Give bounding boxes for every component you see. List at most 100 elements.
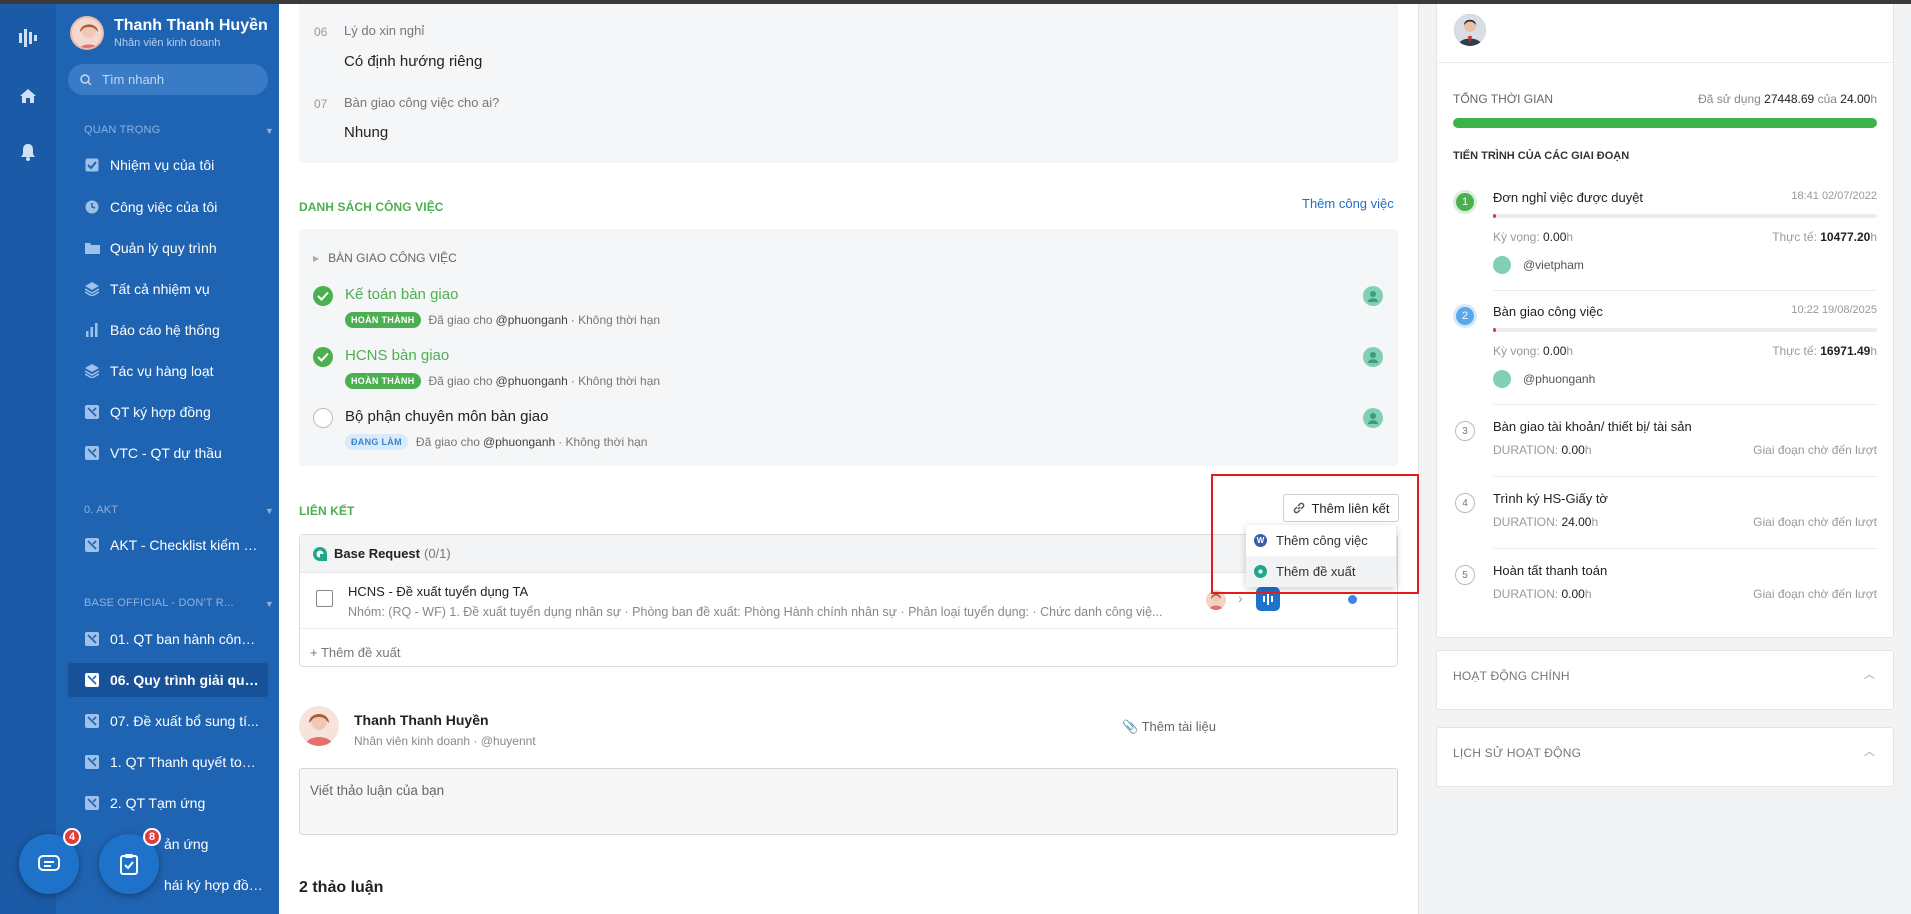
expected-label: Kỳ vọng: xyxy=(1493,344,1540,358)
sidebar-item-06-active[interactable]: 06. Quy trình giải quy... xyxy=(68,663,268,697)
sidebar-item-process[interactable]: Quản lý quy trình xyxy=(68,231,268,265)
sidebar-item-all-tasks[interactable]: Tất cả nhiệm vụ xyxy=(68,272,268,306)
stage-item[interactable]: 5 Hoàn tất thanh toán DURATION: 0.00h Gi… xyxy=(1453,563,1877,611)
clipboard-check-icon xyxy=(120,854,138,875)
avatar[interactable] xyxy=(1363,286,1383,306)
question-answer: Nhung xyxy=(344,124,389,141)
divider xyxy=(300,628,1397,629)
task-title[interactable]: Bộ phận chuyên môn bàn giao xyxy=(345,408,549,425)
duration-label: DURATION: xyxy=(1493,443,1559,457)
assigned-label: Đã giao cho xyxy=(415,435,480,449)
chevron-up-icon[interactable]: ︿ xyxy=(1864,743,1875,759)
task-group-header[interactable]: ▶ BÀN GIAO CÔNG VIỆC xyxy=(313,251,457,265)
question-label: Lý do xin nghỉ xyxy=(344,23,425,38)
assigned-label: Đã giao cho xyxy=(428,313,493,327)
sidebar-item-hoan-ung[interactable]: ản ứng xyxy=(68,827,268,861)
check-circle-icon[interactable] xyxy=(313,347,333,367)
sidebar-item-07[interactable]: 07. Đề xuất bổ sung tí... xyxy=(68,704,268,738)
workflow-icon xyxy=(84,713,100,729)
task-title[interactable]: HCNS bàn giao xyxy=(345,347,449,364)
stage-item[interactable]: 1 Đơn nghỉ việc được duyệt 18:41 02/07/2… xyxy=(1453,190,1877,280)
divider xyxy=(1493,404,1877,405)
stage-user[interactable]: @vietpham xyxy=(1493,256,1584,274)
status-badge: HOÀN THÀNH xyxy=(345,312,421,328)
app-logo-icon[interactable] xyxy=(16,26,40,50)
stage-item[interactable]: 3 Bàn giao tài khoản/ thiết bị/ tài sản … xyxy=(1453,419,1877,467)
sidebar-item-2-qt[interactable]: 2. QT Tạm ứng xyxy=(68,786,268,820)
main-activity-title: HOẠT ĐỘNG CHÍNH xyxy=(1453,669,1570,683)
stage-item[interactable]: 4 Trình ký HS-Giấy tờ DURATION: 24.00h G… xyxy=(1453,491,1877,539)
comment-author-name: Thanh Thanh Huyền xyxy=(354,712,489,728)
sidebar-item-label: VTC - QT dự thầu xyxy=(110,445,222,461)
stage-state: Giai đoạn chờ đến lượt xyxy=(1753,587,1877,601)
expected-label: Kỳ vọng: xyxy=(1493,230,1540,244)
stage-item[interactable]: 2 Bàn giao công việc 10:22 19/08/2025 Kỳ… xyxy=(1453,304,1877,394)
workflow-icon xyxy=(84,754,100,770)
expected-value: 0.00 xyxy=(1543,230,1567,244)
main-content: 06 Lý do xin nghỉ Có định hướng riêng 07… xyxy=(279,0,1418,914)
check-circle-icon[interactable] xyxy=(313,286,333,306)
sidebar-item-label: 07. Đề xuất bổ sung tí... xyxy=(110,713,259,729)
avatar xyxy=(1493,370,1511,388)
user-name: Thanh Thanh Huyền xyxy=(114,17,268,34)
link-group-name: Base Request xyxy=(334,546,420,561)
avatar xyxy=(299,706,339,746)
search-input[interactable]: Tìm nhanh xyxy=(68,64,268,95)
request-title[interactable]: HCNS - Đề xuất tuyển dụng TA xyxy=(348,584,528,599)
sidebar-item-1-qt[interactable]: 1. QT Thanh quyết toá... xyxy=(68,745,268,779)
assigned-label: Đã giao cho xyxy=(428,374,493,388)
main-activity-panel[interactable]: HOẠT ĐỘNG CHÍNH ︿ xyxy=(1436,650,1894,710)
activity-history-panel[interactable]: LỊCH SỬ HOẠT ĐỘNG ︿ xyxy=(1436,727,1894,787)
sidebar-item-my-tasks[interactable]: Nhiệm vụ của tôi xyxy=(68,148,268,182)
sidebar-item-vtc[interactable]: VTC - QT dự thầu xyxy=(68,436,268,470)
used-of: của xyxy=(1817,92,1837,106)
divider xyxy=(1493,290,1877,291)
chat-badge: 4 xyxy=(63,828,81,846)
sidebar-item-01[interactable]: 01. QT ban hành công ... xyxy=(68,622,268,656)
sidebar-item-ky-hop-dong[interactable]: hái ký hợp đồng ... xyxy=(68,868,268,902)
deadline: · Không thời hạn xyxy=(558,435,648,449)
stage-duration: DURATION: 0.00h xyxy=(1493,443,1592,457)
add-task-link[interactable]: Thêm công việc xyxy=(1302,196,1394,211)
sidebar-item-label: AKT - Checklist kiểm tr... xyxy=(110,537,260,553)
task-button[interactable]: 8 xyxy=(99,828,161,894)
home-icon[interactable] xyxy=(16,84,40,108)
section-akt[interactable]: 0. AKT ▼ xyxy=(84,504,274,516)
chat-button[interactable]: 4 xyxy=(19,828,81,894)
chevron-up-icon[interactable]: ︿ xyxy=(1864,666,1875,682)
sidebar-item-qt-ky-hop-dong[interactable]: QT ký hợp đồng xyxy=(68,395,268,429)
request-checkbox[interactable] xyxy=(316,590,333,607)
add-proposal-button[interactable]: + Thêm đề xuất xyxy=(310,645,400,660)
sidebar-item-reports[interactable]: Báo cáo hệ thống xyxy=(68,313,268,347)
total-time-progress xyxy=(1453,118,1877,128)
sidebar-item-bulk-actions[interactable]: Tác vụ hàng loạt xyxy=(68,354,268,388)
comment-input[interactable]: Viết thảo luận của bạn xyxy=(299,768,1398,835)
avatar xyxy=(70,16,104,50)
avatar[interactable] xyxy=(1363,408,1383,428)
task-badge: 8 xyxy=(143,828,161,846)
section-base-official[interactable]: BASE OFFICIAL - DON'T R... ▼ xyxy=(84,597,274,609)
sidebar-item-label: Tác vụ hàng loạt xyxy=(110,363,214,379)
divider xyxy=(1493,548,1877,549)
sidebar-item-label: 01. QT ban hành công ... xyxy=(110,631,260,647)
bell-icon[interactable] xyxy=(16,140,40,164)
task-title[interactable]: Kế toán bàn giao xyxy=(345,286,458,303)
stage-number: 4 xyxy=(1455,493,1475,513)
avatar[interactable] xyxy=(1454,14,1486,46)
divider xyxy=(1437,62,1893,63)
stage-user[interactable]: @phuonganh xyxy=(1493,370,1595,388)
stage-title: Bàn giao tài khoản/ thiết bị/ tài sản xyxy=(1493,419,1692,434)
duration-label: DURATION: xyxy=(1493,587,1559,601)
sidebar-item-label: Tất cả nhiệm vụ xyxy=(110,281,210,297)
attach-document-button[interactable]: 📎 Thêm tài liệu xyxy=(1122,719,1216,735)
discussion-count: 2 thảo luận xyxy=(299,879,384,896)
avatar[interactable] xyxy=(1363,347,1383,367)
sidebar-item-akt-checklist[interactable]: AKT - Checklist kiểm tr... xyxy=(68,528,268,562)
right-panel: TỔNG THỜI GIAN Đã sử dụng 27448.69 của 2… xyxy=(1418,0,1911,914)
stage-time: 18:41 02/07/2022 xyxy=(1791,190,1877,202)
section-quan-trong[interactable]: QUAN TRỌNG ▼ xyxy=(84,124,274,136)
expected-value: 0.00 xyxy=(1543,344,1567,358)
sidebar-item-my-work[interactable]: Công việc của tôi xyxy=(68,190,268,224)
user-profile[interactable]: Thanh Thanh Huyền Nhân viên kinh doanh xyxy=(70,16,268,50)
circle-icon[interactable] xyxy=(313,408,333,428)
